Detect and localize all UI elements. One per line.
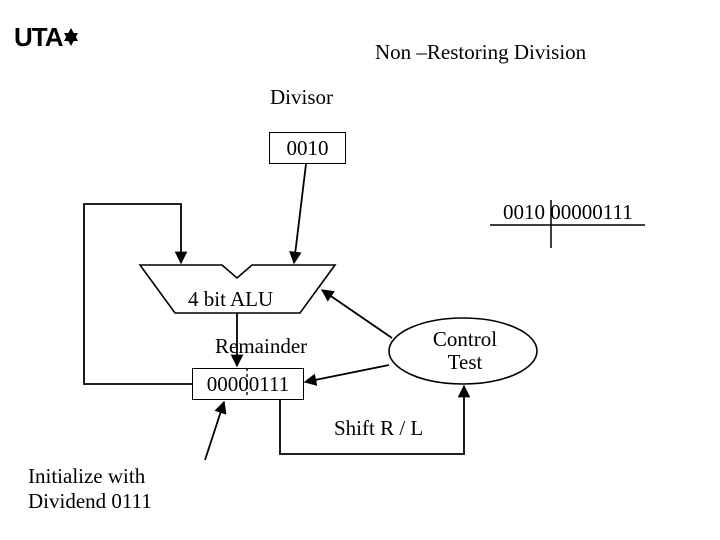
alu-shape	[140, 265, 335, 313]
arrow-remainder-to-control	[280, 386, 464, 454]
control-test-ellipse	[389, 318, 537, 384]
arrow-control-to-remainder	[305, 365, 389, 382]
arrow-init-to-remainder	[205, 402, 224, 460]
arrow-divisor-to-alu	[294, 164, 306, 263]
diagram-wires	[0, 0, 720, 540]
arrow-control-to-alu	[322, 290, 392, 338]
arrow-remainder-to-alu	[84, 204, 192, 384]
